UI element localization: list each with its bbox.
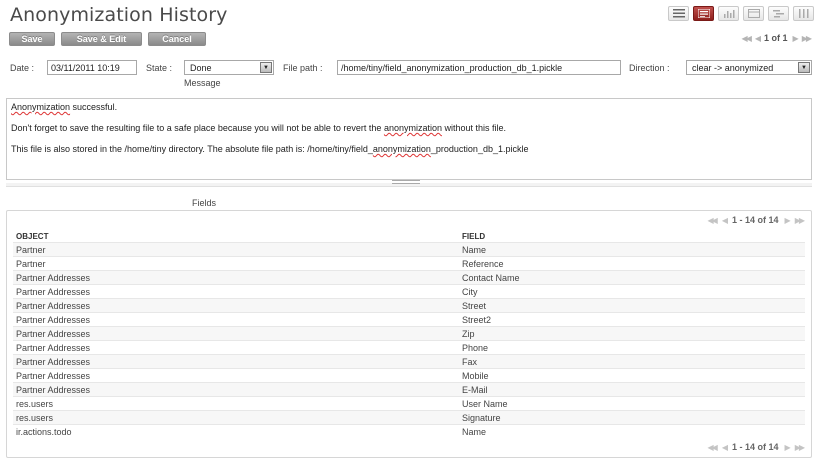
message-label: Message — [184, 78, 221, 88]
object-cell: Partner Addresses — [16, 301, 91, 311]
message-textarea[interactable]: Anonymization successful. Don't forget t… — [6, 98, 812, 180]
field-cell: User Name — [462, 399, 508, 409]
object-cell: Partner — [16, 245, 46, 255]
object-cell: res.users — [16, 413, 54, 423]
table-header: OBJECT FIELD — [13, 229, 805, 243]
first-page-icon[interactable]: ◀◀ — [708, 216, 718, 225]
field-cell: Signature — [462, 413, 501, 423]
object-cell: Partner Addresses — [16, 357, 91, 367]
table-row[interactable]: Partner Addresses Phone — [13, 340, 805, 354]
last-page-icon[interactable]: ▶▶ — [795, 443, 805, 452]
header-fields: Date : 03/11/2011 10:19 State : Done ▼ F… — [0, 58, 820, 78]
dropdown-arrow-icon[interactable]: ▼ — [260, 62, 272, 73]
next-page-icon[interactable]: ▶ — [785, 216, 791, 225]
state-value: Done — [190, 63, 212, 73]
table-row[interactable]: Partner Addresses Contact Name — [13, 270, 805, 284]
message-line-2: Don't forget to save the resulting file … — [11, 123, 507, 133]
table-row[interactable]: Partner Addresses Street — [13, 298, 805, 312]
dropdown-arrow-icon[interactable]: ▼ — [798, 62, 810, 73]
object-cell: Partner Addresses — [16, 343, 91, 353]
table-row[interactable]: Partner Name — [13, 242, 805, 256]
state-label: State : — [146, 63, 173, 73]
record-counter: 1 of 1 — [764, 33, 788, 43]
object-cell: Partner — [16, 259, 46, 269]
table-row[interactable]: Partner Addresses Street2 — [13, 312, 805, 326]
direction-label: Direction : — [629, 63, 670, 73]
table-counter: 1 - 14 of 14 — [732, 442, 779, 452]
table-row[interactable]: Partner Reference — [13, 256, 805, 270]
table-counter: 1 - 14 of 14 — [732, 215, 779, 225]
field-cell: Zip — [462, 329, 475, 339]
first-page-icon[interactable]: ◀◀ — [708, 443, 718, 452]
kanban-view-icon[interactable] — [793, 6, 814, 21]
filepath-label: File path : — [283, 63, 323, 73]
table-row[interactable]: Partner Addresses Mobile — [13, 368, 805, 382]
save-button[interactable]: Save — [9, 32, 55, 46]
field-cell: City — [462, 287, 478, 297]
gantt-view-icon[interactable] — [768, 6, 789, 21]
table-row[interactable]: ir.actions.todo Name — [13, 424, 805, 438]
table-row[interactable]: Partner Addresses Fax — [13, 354, 805, 368]
cancel-button[interactable]: Cancel — [148, 32, 206, 46]
object-cell: Partner Addresses — [16, 287, 91, 297]
field-cell: Name — [462, 427, 487, 437]
object-cell: Partner Addresses — [16, 385, 91, 395]
list-view-icon[interactable] — [668, 6, 689, 21]
date-label: Date : — [10, 63, 35, 73]
first-page-icon[interactable]: ◀◀ — [742, 34, 752, 43]
object-cell: Partner Addresses — [16, 329, 91, 339]
table-body: Partner Name Partner Reference Partner Add… — [13, 242, 805, 438]
record-pager: ◀◀ ◀ 1 of 1 ▶ ▶▶ — [742, 33, 813, 43]
calendar-view-icon[interactable] — [743, 6, 764, 21]
field-cell: E-Mail — [462, 385, 488, 395]
message-line-1: Anonymization successful. — [11, 102, 118, 112]
state-select[interactable]: Done ▼ — [184, 60, 274, 75]
field-cell: Contact Name — [462, 273, 520, 283]
next-page-icon[interactable]: ▶ — [785, 443, 791, 452]
table-row[interactable]: res.users User Name — [13, 396, 805, 410]
message-line-3: This file is also stored in the /home/ti… — [11, 144, 529, 154]
prev-page-icon[interactable]: ◀ — [722, 216, 728, 225]
table-row[interactable]: Partner Addresses City — [13, 284, 805, 298]
object-cell: Partner Addresses — [16, 273, 91, 283]
prev-page-icon[interactable]: ◀ — [755, 34, 761, 43]
next-page-icon[interactable]: ▶ — [793, 34, 799, 43]
table-pager-bottom: ◀◀ ◀ 1 - 14 of 14 ▶ ▶▶ — [708, 442, 806, 452]
field-cell: Fax — [462, 357, 478, 367]
column-header-field[interactable]: FIELD — [462, 232, 485, 241]
field-cell: Name — [462, 245, 487, 255]
object-cell: Partner Addresses — [16, 315, 91, 325]
table-pager-top: ◀◀ ◀ 1 - 14 of 14 ▶ ▶▶ — [708, 215, 806, 225]
field-cell: Reference — [462, 259, 504, 269]
table-row[interactable]: res.users Signature — [13, 410, 805, 424]
table-row[interactable]: Partner Addresses E-Mail — [13, 382, 805, 396]
object-cell: res.users — [16, 399, 54, 409]
view-switcher — [668, 6, 814, 21]
fields-table: ◀◀ ◀ 1 - 14 of 14 ▶ ▶▶ OBJECT FIELD Part… — [6, 210, 812, 458]
action-bar: Save Save & Edit Cancel ◀◀ ◀ 1 of 1 ▶ ▶▶ — [0, 29, 820, 49]
direction-value: clear -> anonymized — [692, 63, 774, 73]
last-page-icon[interactable]: ▶▶ — [802, 34, 812, 43]
fields-label: Fields — [192, 198, 217, 208]
prev-page-icon[interactable]: ◀ — [722, 443, 728, 452]
form-view-icon[interactable] — [693, 6, 714, 21]
date-field[interactable]: 03/11/2011 10:19 — [47, 60, 137, 75]
field-cell: Street2 — [462, 315, 492, 325]
direction-select[interactable]: clear -> anonymized ▼ — [686, 60, 812, 75]
object-cell: ir.actions.todo — [16, 427, 72, 437]
save-edit-button[interactable]: Save & Edit — [61, 32, 142, 46]
last-page-icon[interactable]: ▶▶ — [795, 216, 805, 225]
resize-handle[interactable] — [392, 180, 420, 184]
page-title: Anonymization History — [10, 4, 228, 26]
field-cell: Phone — [462, 343, 489, 353]
column-header-object[interactable]: OBJECT — [16, 232, 48, 241]
field-cell: Mobile — [462, 371, 489, 381]
table-row[interactable]: Partner Addresses Zip — [13, 326, 805, 340]
graph-view-icon[interactable] — [718, 6, 739, 21]
filepath-field[interactable]: /home/tiny/field_anonymization_productio… — [337, 60, 621, 75]
object-cell: Partner Addresses — [16, 371, 91, 381]
field-cell: Street — [462, 301, 487, 311]
